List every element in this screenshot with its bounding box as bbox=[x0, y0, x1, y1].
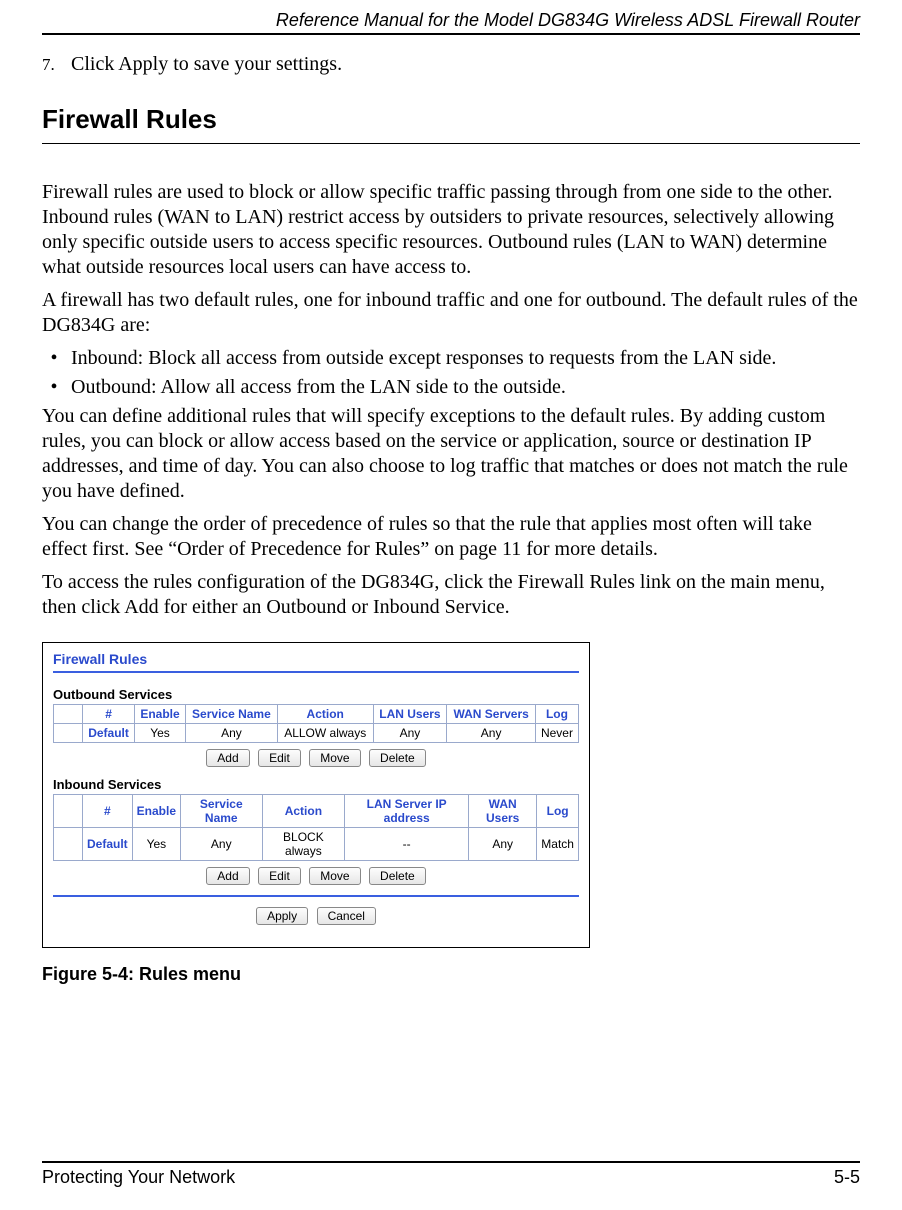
col-wan-servers: WAN Servers bbox=[447, 705, 536, 724]
firewall-rules-title: Firewall Rules bbox=[53, 651, 579, 667]
firewall-hr-bottom bbox=[53, 895, 579, 897]
col-enable: Enable bbox=[135, 705, 186, 724]
bullet-dot: • bbox=[42, 346, 66, 371]
paragraph-5: To access the rules configuration of the… bbox=[42, 570, 860, 620]
col-service: Service Name bbox=[185, 705, 277, 724]
cell-service: Any bbox=[181, 828, 262, 861]
cancel-button[interactable]: Cancel bbox=[317, 907, 376, 925]
section-title: Firewall Rules bbox=[42, 104, 860, 135]
header-rule bbox=[42, 33, 860, 35]
footer-rule bbox=[42, 1161, 860, 1163]
page-footer: Protecting Your Network 5-5 bbox=[42, 1153, 860, 1188]
add-button[interactable]: Add bbox=[206, 749, 249, 767]
paragraph-3: You can define additional rules that wil… bbox=[42, 404, 860, 504]
paragraph-1: Firewall rules are used to block or allo… bbox=[42, 180, 860, 280]
col-service: Service Name bbox=[181, 795, 262, 828]
cell-action: BLOCK always bbox=[262, 828, 345, 861]
figure-caption: Figure 5-4: Rules menu bbox=[42, 964, 860, 985]
col-lan-ip: LAN Server IP address bbox=[345, 795, 469, 828]
outbound-services-label: Outbound Services bbox=[53, 687, 579, 702]
step-text: Click Apply to save your settings. bbox=[71, 53, 342, 75]
col-action: Action bbox=[277, 705, 373, 724]
inbound-services-label: Inbound Services bbox=[53, 777, 579, 792]
cell-log: Never bbox=[535, 724, 578, 743]
apply-button[interactable]: Apply bbox=[256, 907, 308, 925]
footer-right: 5-5 bbox=[834, 1167, 860, 1188]
col-num: # bbox=[83, 705, 135, 724]
cell-radio[interactable] bbox=[54, 724, 83, 743]
move-button[interactable]: Move bbox=[309, 749, 360, 767]
col-wan-users: WAN Users bbox=[469, 795, 537, 828]
outbound-services-table: # Enable Service Name Action LAN Users W… bbox=[53, 704, 579, 743]
cell-wan: Any bbox=[469, 828, 537, 861]
manual-header-title: Reference Manual for the Model DG834G Wi… bbox=[42, 0, 860, 31]
bullet-inbound: • Inbound: Block all access from outside… bbox=[42, 346, 860, 371]
col-action: Action bbox=[262, 795, 345, 828]
cell-default: Default bbox=[83, 828, 133, 861]
col-radio bbox=[54, 795, 83, 828]
col-enable: Enable bbox=[132, 795, 180, 828]
cell-wan: Any bbox=[447, 724, 536, 743]
edit-button[interactable]: Edit bbox=[258, 867, 301, 885]
inbound-button-row: Add Edit Move Delete bbox=[53, 867, 579, 885]
delete-button[interactable]: Delete bbox=[369, 749, 426, 767]
cell-lan: Any bbox=[373, 724, 447, 743]
firewall-hr bbox=[53, 671, 579, 673]
cell-default: Default bbox=[83, 724, 135, 743]
cell-lan-ip: -- bbox=[345, 828, 469, 861]
table-row: Default Yes Any ALLOW always Any Any Nev… bbox=[54, 724, 579, 743]
cell-enable: Yes bbox=[135, 724, 186, 743]
bullet-text: Inbound: Block all access from outside e… bbox=[71, 347, 776, 369]
col-num: # bbox=[83, 795, 133, 828]
inbound-services-table: # Enable Service Name Action LAN Server … bbox=[53, 794, 579, 861]
add-button[interactable]: Add bbox=[206, 867, 249, 885]
footer-left: Protecting Your Network bbox=[42, 1167, 235, 1188]
col-lan-users: LAN Users bbox=[373, 705, 447, 724]
apply-cancel-row: Apply Cancel bbox=[53, 907, 579, 925]
col-log: Log bbox=[537, 795, 579, 828]
bullet-outbound: • Outbound: Allow all access from the LA… bbox=[42, 375, 860, 400]
cell-radio[interactable] bbox=[54, 828, 83, 861]
table-row: Default Yes Any BLOCK always -- Any Matc… bbox=[54, 828, 579, 861]
cell-service: Any bbox=[185, 724, 277, 743]
outbound-button-row: Add Edit Move Delete bbox=[53, 749, 579, 767]
col-radio bbox=[54, 705, 83, 724]
col-log: Log bbox=[535, 705, 578, 724]
cell-enable: Yes bbox=[132, 828, 180, 861]
bullet-text: Outbound: Allow all access from the LAN … bbox=[71, 376, 566, 398]
delete-button[interactable]: Delete bbox=[369, 867, 426, 885]
paragraph-2: A firewall has two default rules, one fo… bbox=[42, 288, 860, 338]
bullet-dot: • bbox=[42, 375, 66, 400]
table-header-row: # Enable Service Name Action LAN Users W… bbox=[54, 705, 579, 724]
cell-log: Match bbox=[537, 828, 579, 861]
cell-action: ALLOW always bbox=[277, 724, 373, 743]
paragraph-4: You can change the order of precedence o… bbox=[42, 512, 860, 562]
firewall-rules-screenshot: Firewall Rules Outbound Services # Enabl… bbox=[42, 642, 590, 948]
table-header-row: # Enable Service Name Action LAN Server … bbox=[54, 795, 579, 828]
step-7: 7. Click Apply to save your settings. bbox=[42, 53, 860, 76]
move-button[interactable]: Move bbox=[309, 867, 360, 885]
step-number: 7. bbox=[42, 55, 66, 75]
edit-button[interactable]: Edit bbox=[258, 749, 301, 767]
section-rule bbox=[42, 143, 860, 144]
